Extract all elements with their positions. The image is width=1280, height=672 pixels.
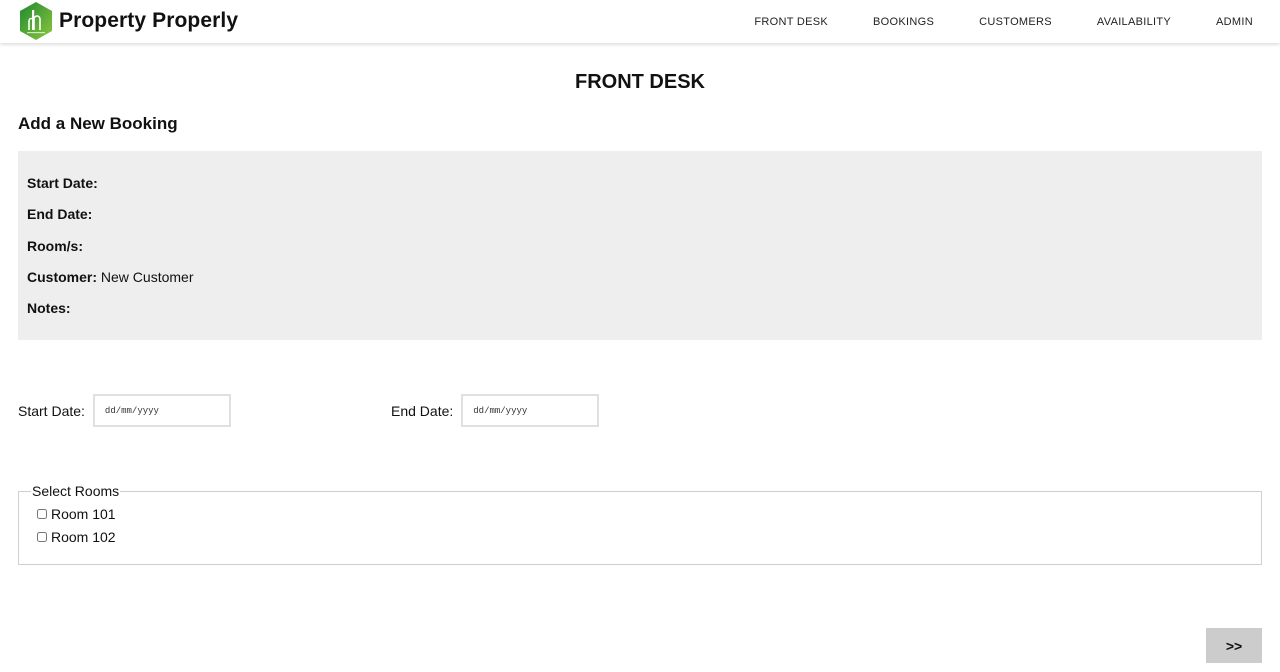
select-rooms-fieldset: Select Rooms Room 101 Room 102: [18, 483, 1262, 565]
nav-customers[interactable]: CUSTOMERS: [979, 16, 1052, 28]
summary-end-date: End Date:: [27, 206, 1262, 237]
summary-notes: Notes:: [27, 300, 1262, 331]
room-option-label: Room 101: [51, 505, 116, 522]
room-102-checkbox[interactable]: [37, 531, 47, 542]
nav-front-desk[interactable]: FRONT DESK: [754, 16, 828, 28]
summary-start-date: Start Date:: [27, 175, 1262, 206]
brand-name: Property Properly: [59, 9, 239, 32]
top-navbar: Property Properly FRONT DESK BOOKINGS CU…: [0, 0, 1280, 43]
next-button[interactable]: >>: [1206, 628, 1262, 663]
room-option[interactable]: Room 102: [37, 525, 1261, 548]
brand[interactable]: Property Properly: [18, 1, 238, 41]
room-list: Room 101 Room 102: [37, 499, 1261, 548]
start-date-group: Start Date:: [18, 394, 231, 427]
end-date-input[interactable]: [461, 394, 600, 427]
main-nav: FRONT DESK BOOKINGS CUSTOMERS AVAILABILI…: [709, 0, 1253, 43]
booking-summary: Start Date: End Date: Room/s: Customer: …: [18, 151, 1262, 340]
start-date-label: Start Date:: [18, 402, 85, 419]
room-option-label: Room 102: [51, 528, 116, 545]
section-title: Add a New Booking: [18, 114, 178, 133]
start-date-input[interactable]: [92, 394, 231, 427]
room-101-checkbox[interactable]: [37, 508, 47, 519]
summary-customer-label: Customer:: [27, 268, 98, 285]
summary-end-date-label: End Date:: [27, 206, 93, 223]
page-title: FRONT DESK: [575, 71, 705, 93]
nav-bookings[interactable]: BOOKINGS: [873, 16, 934, 28]
nav-availability[interactable]: AVAILABILITY: [1097, 16, 1171, 28]
summary-customer-value: New Customer: [100, 268, 194, 285]
select-rooms-legend: Select Rooms: [32, 483, 120, 499]
nav-admin[interactable]: ADMIN: [1216, 16, 1253, 28]
building-logo-icon: [20, 2, 52, 40]
summary-rooms: Room/s:: [27, 238, 1262, 269]
summary-rooms-label: Room/s:: [27, 237, 83, 254]
room-option[interactable]: Room 101: [37, 502, 1261, 525]
summary-start-date-label: Start Date:: [27, 175, 98, 191]
summary-customer: Customer: New Customer: [27, 269, 1262, 300]
end-date-group: End Date:: [391, 394, 600, 427]
end-date-label: End Date:: [391, 402, 454, 419]
summary-notes-label: Notes:: [27, 300, 71, 317]
